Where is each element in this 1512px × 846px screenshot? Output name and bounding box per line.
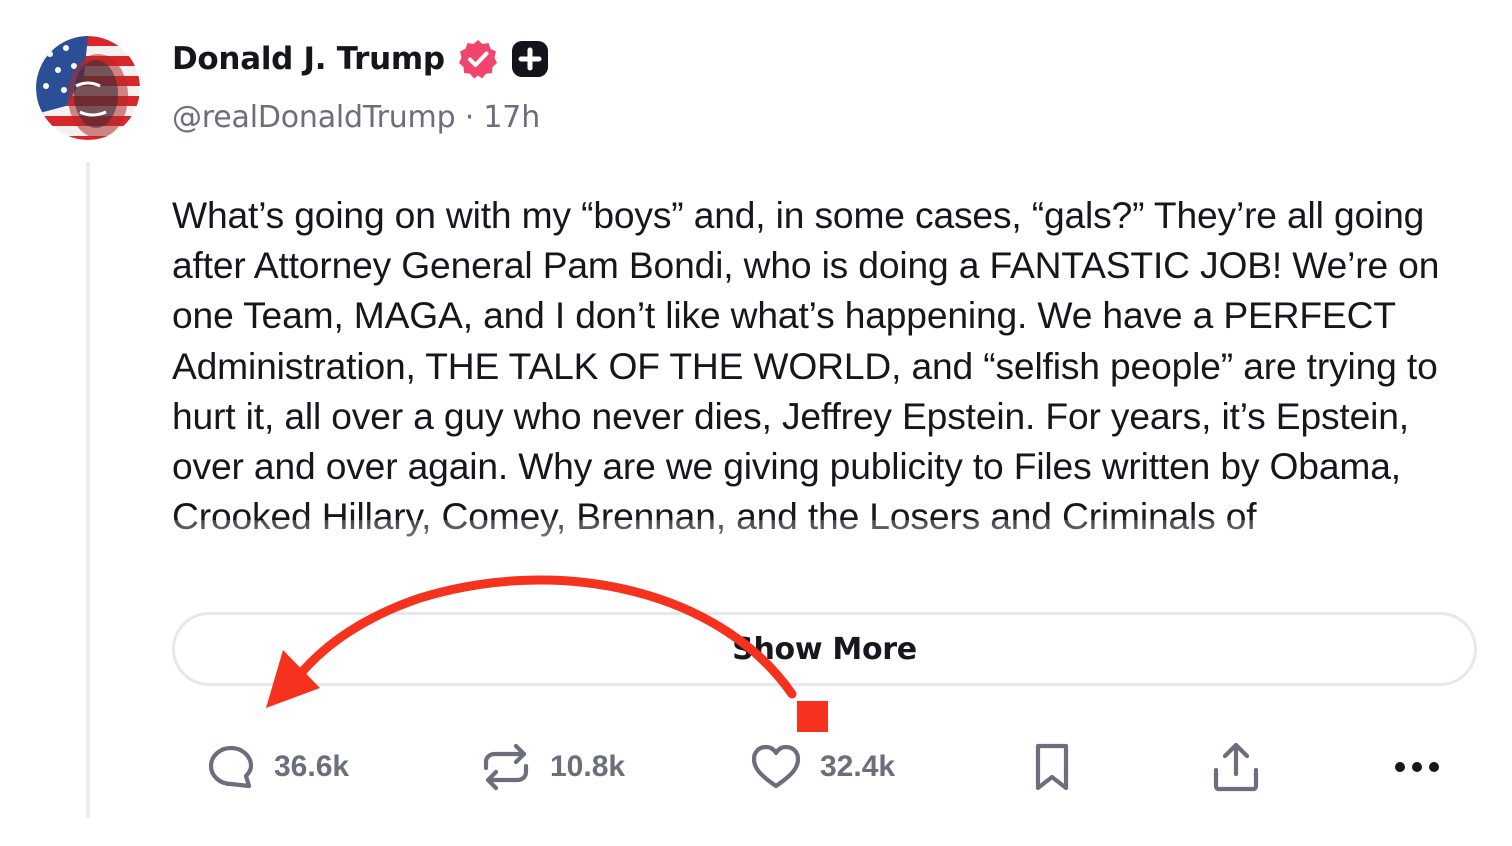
author-handle-timestamp[interactable]: @realDonaldTrump · 17h xyxy=(172,100,540,135)
thread-line xyxy=(86,162,90,818)
post-text: What’s going on with my “boys” and, in s… xyxy=(172,194,1440,538)
author-row: Donald J. Trump xyxy=(172,38,549,80)
avatar[interactable] xyxy=(36,36,140,140)
author-name[interactable]: Donald J. Trump xyxy=(172,41,445,77)
share-icon xyxy=(1213,742,1259,792)
reply-count: 36.6k xyxy=(274,750,350,783)
reply-icon xyxy=(208,745,254,789)
like-button[interactable]: 32.4k xyxy=(750,740,895,794)
annotation-marker-square xyxy=(797,701,828,732)
verified-badge-icon xyxy=(458,40,497,79)
avatar-image xyxy=(36,36,140,140)
share-button[interactable] xyxy=(1210,740,1262,794)
repost-icon xyxy=(483,743,529,791)
like-count: 32.4k xyxy=(820,750,896,783)
like-icon xyxy=(751,744,801,789)
repost-button[interactable]: 10.8k xyxy=(480,740,625,794)
more-options-button[interactable] xyxy=(1392,740,1442,794)
show-more-button[interactable]: Show More xyxy=(172,612,1477,686)
more-icon xyxy=(1395,762,1439,772)
repost-count: 10.8k xyxy=(550,750,626,783)
post-body: What’s going on with my “boys” and, in s… xyxy=(172,190,1462,580)
plus-badge-icon xyxy=(511,41,548,77)
text-fade-overlay xyxy=(172,520,1462,580)
bookmark-button[interactable] xyxy=(1030,740,1074,794)
reply-button[interactable]: 36.6k xyxy=(206,740,349,794)
bookmark-icon xyxy=(1035,743,1069,791)
show-more-label: Show More xyxy=(732,631,917,667)
